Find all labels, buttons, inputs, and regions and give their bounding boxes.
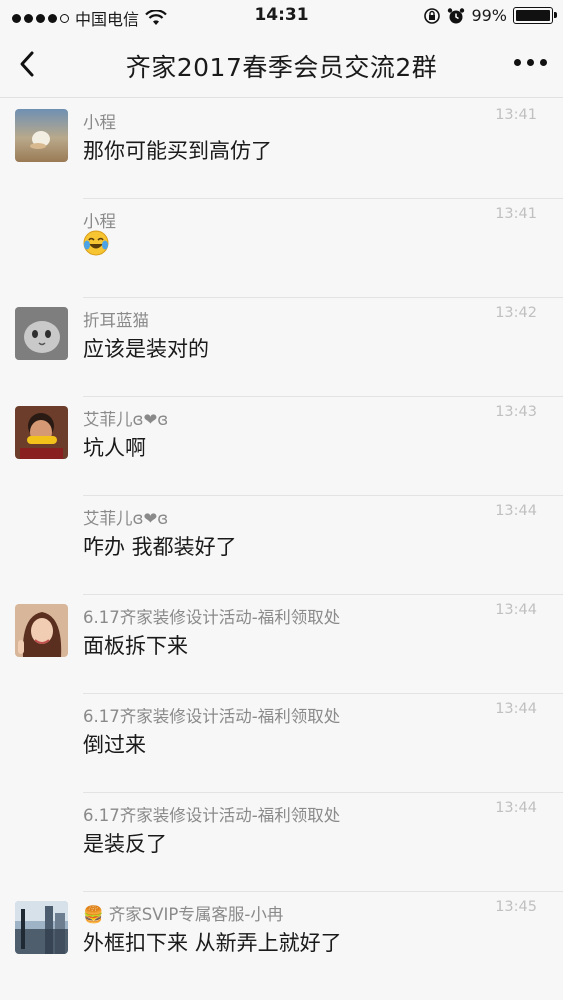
message-row[interactable]: 折耳蓝猫 13:42 应该是装对的 bbox=[0, 297, 563, 396]
message-row[interactable]: 小程 13:41 那你可能买到高仿了 bbox=[0, 99, 563, 198]
message-row[interactable]: 艾菲儿ɞ❤ɞ 13:43 坑人啊 bbox=[0, 396, 563, 495]
chevron-left-icon[interactable] bbox=[12, 46, 48, 82]
message-time: 13:43 bbox=[495, 404, 537, 420]
message-time: 13:44 bbox=[495, 602, 537, 618]
message-time: 13:41 bbox=[495, 107, 537, 123]
avatar[interactable] bbox=[15, 901, 68, 954]
sender-name[interactable]: 小程 bbox=[83, 109, 116, 133]
message-text[interactable]: 倒过来 bbox=[83, 729, 146, 759]
message-list[interactable]: 小程 13:41 那你可能买到高仿了 小程 13:41 折耳蓝猫 13:42 应该是装对的 艾菲… bbox=[0, 99, 563, 990]
message-text[interactable]: 是装反了 bbox=[83, 828, 167, 858]
message-time: 13:42 bbox=[495, 305, 537, 321]
message-time: 13:45 bbox=[495, 899, 537, 915]
battery-percent: 99% bbox=[471, 6, 507, 25]
avatar[interactable] bbox=[15, 307, 68, 360]
message-row[interactable]: 小程 13:41 bbox=[0, 198, 563, 297]
alarm-icon bbox=[448, 7, 465, 23]
sender-name[interactable]: 艾菲儿ɞ❤ɞ bbox=[83, 406, 168, 430]
sender-name[interactable]: 6.17齐家装修设计活动-福利领取处 bbox=[83, 802, 340, 826]
battery-icon bbox=[513, 7, 557, 24]
message-row[interactable]: 6.17齐家装修设计活动-福利领取处 13:44 倒过来 bbox=[0, 693, 563, 792]
message-text[interactable]: 那你可能买到高仿了 bbox=[83, 135, 272, 165]
nav-bar: 齐家2017春季会员交流2群 bbox=[0, 32, 563, 98]
avatar[interactable] bbox=[15, 109, 68, 162]
message-text[interactable]: 应该是装对的 bbox=[83, 333, 209, 363]
message-text[interactable]: 面板拆下来 bbox=[83, 630, 188, 660]
message-time: 13:44 bbox=[495, 503, 537, 519]
message-time: 13:41 bbox=[495, 206, 537, 222]
sender-name[interactable]: 艾菲儿ɞ❤ɞ bbox=[83, 505, 168, 529]
message-text[interactable]: 坑人啊 bbox=[83, 432, 146, 462]
sender-name[interactable]: 折耳蓝猫 bbox=[83, 307, 149, 331]
rotation-lock-icon bbox=[424, 7, 441, 24]
message-text[interactable]: 外框扣下来 从新弄上就好了 bbox=[83, 927, 342, 957]
sender-name[interactable]: 6.17齐家装修设计活动-福利领取处 bbox=[83, 604, 340, 628]
avatar[interactable] bbox=[15, 406, 68, 459]
message-text[interactable]: 咋办 我都装好了 bbox=[83, 531, 237, 561]
laughing-tears-emoji-icon bbox=[83, 230, 109, 256]
sender-name[interactable]: 🍔 齐家SVIP专属客服-小冉 bbox=[83, 901, 283, 925]
message-row[interactable]: 艾菲儿ɞ❤ɞ 13:44 咋办 我都装好了 bbox=[0, 495, 563, 594]
battery-level bbox=[516, 10, 550, 21]
more-dots-icon[interactable] bbox=[514, 59, 547, 66]
message-row[interactable]: 6.17齐家装修设计活动-福利领取处 13:44 是装反了 bbox=[0, 792, 563, 891]
message-time: 13:44 bbox=[495, 800, 537, 816]
page-title: 齐家2017春季会员交流2群 bbox=[125, 53, 438, 82]
avatar[interactable] bbox=[15, 604, 68, 657]
message-time: 13:44 bbox=[495, 701, 537, 717]
status-bar: 中国电信 14:31 99% bbox=[0, 0, 563, 32]
sender-name[interactable]: 6.17齐家装修设计活动-福利领取处 bbox=[83, 703, 340, 727]
message-row[interactable]: 6.17齐家装修设计活动-福利领取处 13:44 面板拆下来 bbox=[0, 594, 563, 693]
message-row[interactable]: 🍔 齐家SVIP专属客服-小冉 13:45 外框扣下来 从新弄上就好了 bbox=[0, 891, 563, 990]
status-right: 99% bbox=[423, 6, 557, 25]
sender-name[interactable]: 小程 bbox=[83, 208, 116, 232]
